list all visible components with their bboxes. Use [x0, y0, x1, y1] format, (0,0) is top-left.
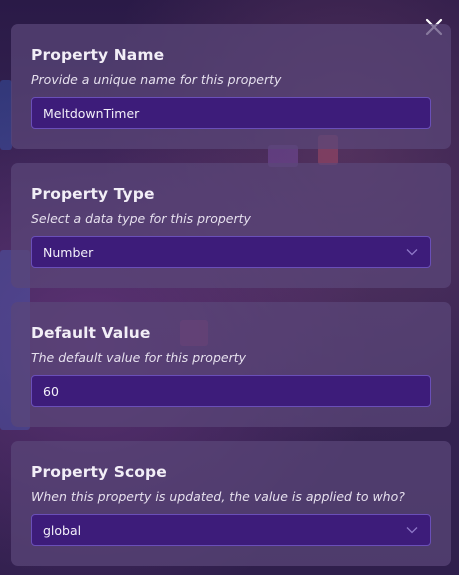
default-value-input[interactable]: 60 — [31, 375, 431, 407]
property-type-select[interactable]: Number — [31, 236, 431, 268]
property-name-panel: Property Name Provide a unique name for … — [11, 24, 451, 149]
chevron-down-icon — [405, 523, 419, 537]
property-type-title: Property Type — [31, 185, 155, 203]
default-value-description: The default value for this property — [31, 350, 247, 365]
property-name-input[interactable]: MeltdownTimer — [31, 97, 431, 129]
property-name-title: Property Name — [31, 46, 165, 64]
property-scope-value: global — [43, 522, 82, 538]
property-type-value: Number — [43, 244, 94, 260]
property-name-description: Provide a unique name for this property — [31, 72, 282, 87]
property-name-value: MeltdownTimer — [43, 105, 140, 121]
default-value-value: 60 — [43, 383, 59, 399]
chevron-down-icon — [405, 245, 419, 259]
default-value-panel: Default Value The default value for this… — [11, 302, 451, 427]
property-scope-select[interactable]: global — [31, 514, 431, 546]
property-type-panel: Property Type Select a data type for thi… — [11, 163, 451, 288]
property-scope-title: Property Scope — [31, 463, 167, 481]
property-scope-description: When this property is updated, the value… — [31, 489, 405, 504]
default-value-title: Default Value — [31, 324, 151, 342]
property-scope-panel: Property Scope When this property is upd… — [11, 441, 451, 566]
property-type-description: Select a data type for this property — [31, 211, 251, 226]
